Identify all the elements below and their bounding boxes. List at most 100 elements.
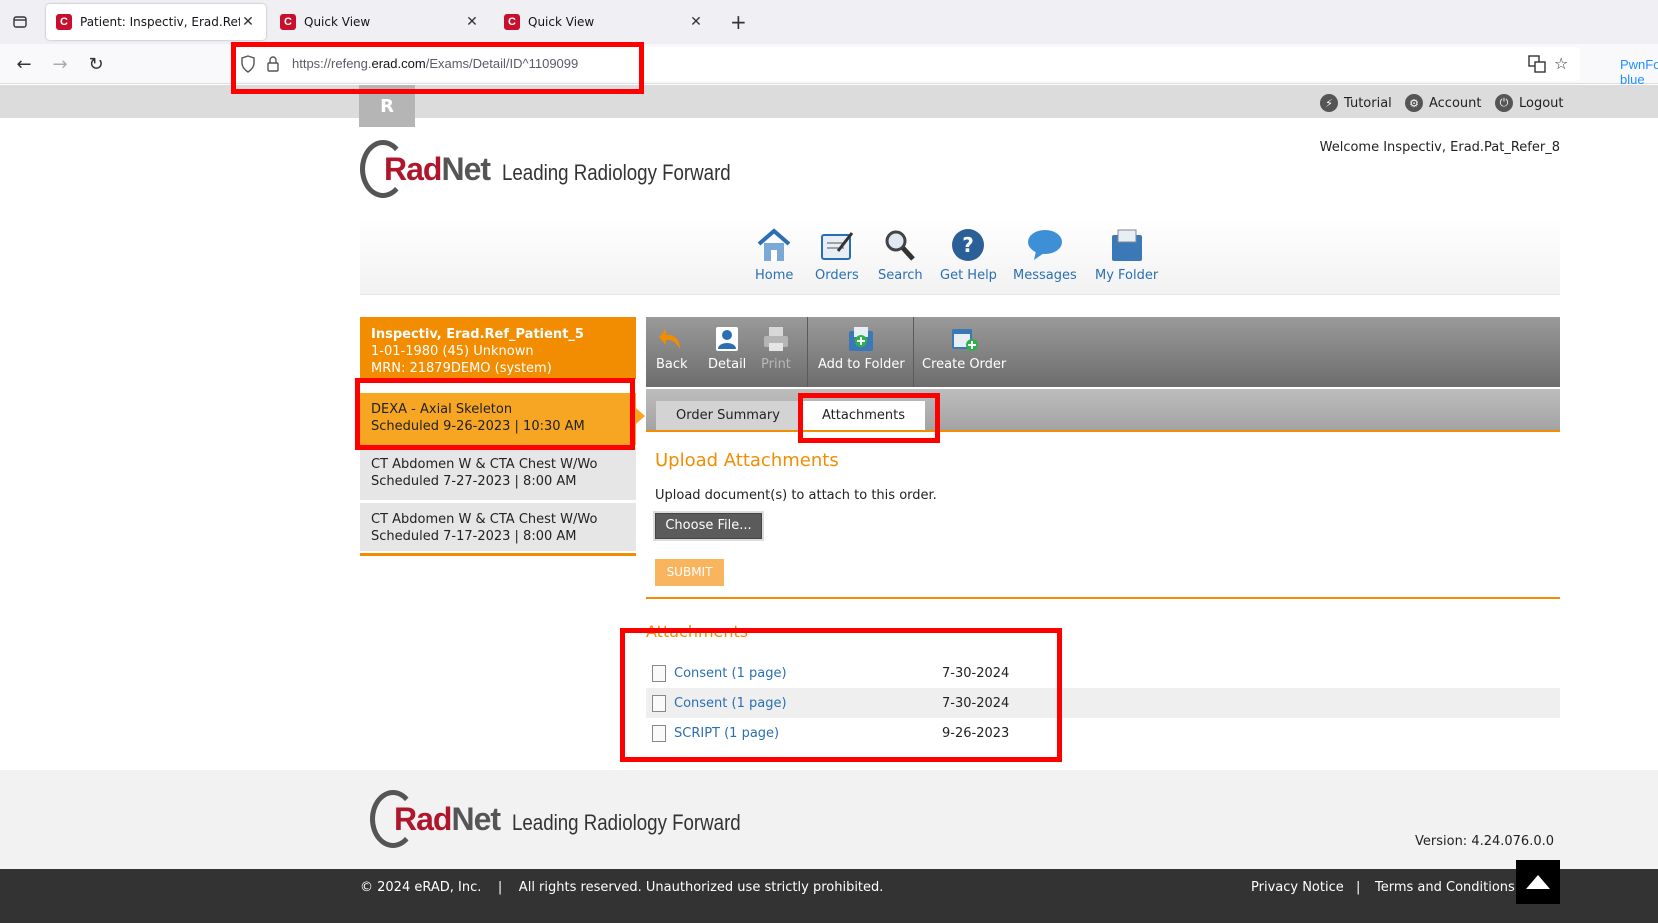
logout-link[interactable]: ⏻ Logout [1495, 94, 1564, 112]
url-prefix: https://refeng. [292, 56, 372, 71]
nav-search[interactable]: Search [878, 227, 923, 283]
close-tab-icon[interactable]: ✕ [464, 14, 480, 30]
patient-mrn: MRN: 21879DEMO (system) [371, 361, 552, 376]
url-bar[interactable]: https://refeng.erad.com/Exams/Detail/ID^… [230, 47, 1658, 87]
document-icon [652, 694, 666, 712]
add-to-folder-label: Add to Folder [818, 357, 905, 372]
radnet-logo: RadNet Leading Radiology Forward [360, 140, 771, 198]
tab-attachments[interactable]: Attachments [802, 401, 925, 430]
attachment-row: Consent (1 page) 7-30-2024 [646, 658, 1560, 688]
favicon-icon: C [56, 14, 72, 30]
up-arrow-icon [1526, 875, 1550, 889]
footer [0, 770, 1658, 870]
footer-separator: | [1356, 880, 1361, 895]
back-button[interactable]: Back [656, 325, 688, 372]
tab-order-summary[interactable]: Order Summary [656, 401, 800, 430]
tab-list-icon[interactable] [8, 10, 32, 34]
upload-description: Upload document(s) to attach to this ord… [655, 488, 937, 503]
section-divider [646, 597, 1560, 599]
exam-name: CT Abdomen W & CTA Chest W/Wo [371, 457, 598, 472]
orders-icon [818, 227, 856, 263]
create-order-button[interactable]: Create Order [922, 325, 1006, 372]
exam-toolbar: Back Detail Print Add to Folder Create O… [646, 317, 1560, 387]
attachment-link[interactable]: SCRIPT (1 page) [674, 726, 954, 741]
exam-item-selected[interactable]: DEXA - Axial Skeleton Scheduled 9-26-202… [360, 393, 636, 447]
add-to-folder-button[interactable]: Add to Folder [818, 325, 905, 372]
toolbar-separator [807, 317, 808, 387]
lightning-icon: ⚡ [1320, 94, 1338, 112]
welcome-text: Welcome Inspectiv, Erad.Pat_Refer_8 [1319, 140, 1560, 155]
detail-button[interactable]: Detail [708, 325, 746, 372]
logout-label: Logout [1519, 95, 1564, 111]
nav-get-help[interactable]: ? Get Help [940, 227, 997, 283]
version-text: Version: 4.24.076.0.0 [1415, 834, 1555, 849]
attachment-row: Consent (1 page) 7-30-2024 [646, 688, 1560, 718]
tab-title: Patient: Inspectiv, Erad.Ref_Pati [80, 15, 240, 29]
container-label[interactable]: PwnFox-blue [1620, 57, 1658, 87]
url-text[interactable]: https://refeng.erad.com/Exams/Detail/ID^… [292, 56, 578, 71]
brand-tagline: Leading Radiology Forward [502, 160, 731, 185]
submit-button[interactable]: SUBMIT [655, 559, 724, 586]
copyright-text: © 2024 eRAD, Inc. | All rights reserved.… [360, 880, 884, 895]
upload-title: Upload Attachments [655, 450, 839, 471]
close-tab-icon[interactable]: ✕ [688, 14, 704, 30]
footer-radnet-logo: RadNet Leading Radiology Forward [370, 790, 781, 848]
shield-icon[interactable] [240, 55, 256, 77]
gear-icon: ⚙ [1405, 94, 1423, 112]
nav-messages[interactable]: Messages [1013, 227, 1077, 283]
lock-icon[interactable] [266, 55, 280, 77]
bookmark-star-icon[interactable]: ☆ [1554, 54, 1568, 73]
terms-link[interactable]: Terms and Conditions [1375, 880, 1515, 895]
exam-item[interactable]: CT Abdomen W & CTA Chest W/Wo Scheduled … [360, 448, 636, 502]
exam-scheduled: Scheduled 7-27-2023 | 8:00 AM [371, 474, 577, 489]
nav-home[interactable]: Home [755, 227, 793, 283]
logout-icon: ⏻ [1495, 94, 1513, 112]
attachment-link[interactable]: Consent (1 page) [674, 696, 954, 711]
choose-file-button[interactable]: Choose File... [655, 513, 762, 539]
nav-orders[interactable]: Orders [815, 227, 859, 283]
nav-my-folder[interactable]: My Folder [1095, 227, 1158, 283]
patient-dob: 1-01-1980 (45) Unknown [371, 344, 534, 359]
close-tab-icon[interactable]: ✕ [240, 14, 256, 30]
browser-tab-quick-view-1[interactable]: C Quick View ✕ [270, 4, 490, 40]
scroll-to-top-button[interactable] [1516, 860, 1560, 904]
reload-icon[interactable]: ↻ [84, 52, 108, 76]
exam-name: CT Abdomen W & CTA Chest W/Wo [371, 512, 598, 527]
translate-icon[interactable] [1528, 55, 1546, 77]
forward-arrow-icon[interactable]: → [48, 52, 72, 76]
exam-scheduled: Scheduled 7-17-2023 | 8:00 AM [371, 529, 577, 544]
print-icon [762, 325, 790, 353]
nav-messages-label: Messages [1013, 268, 1077, 283]
browser-tab-bar: C Patient: Inspectiv, Erad.Ref_Pati ✕ C … [0, 0, 1658, 44]
detail-tab-strip: Order Summary Attachments [646, 389, 1560, 432]
home-icon [755, 227, 793, 263]
document-icon [652, 664, 666, 682]
browser-nav-bar: ← → ↻ https://refeng.erad.com/Exams/Deta… [0, 44, 1658, 87]
tab-title: Quick View [304, 15, 371, 29]
print-button[interactable]: Print [761, 325, 791, 372]
help-icon: ? [949, 227, 987, 263]
search-icon [881, 227, 919, 263]
back-arrow-icon[interactable]: ← [12, 52, 36, 76]
browser-tab-quick-view-2[interactable]: C Quick View ✕ [494, 4, 714, 40]
url-domain: erad.com [371, 56, 426, 71]
messages-icon [1026, 227, 1064, 263]
tutorial-link[interactable]: ⚡ Tutorial [1320, 94, 1392, 112]
privacy-notice-link[interactable]: Privacy Notice [1251, 880, 1344, 895]
browser-tab-patient[interactable]: C Patient: Inspectiv, Erad.Ref_Pati ✕ [46, 4, 266, 40]
exam-item[interactable]: CT Abdomen W & CTA Chest W/Wo Scheduled … [360, 503, 636, 553]
selected-arrow-icon [636, 408, 645, 424]
add-folder-icon [847, 325, 875, 353]
new-tab-button[interactable]: + [730, 12, 747, 32]
exam-scheduled: Scheduled 9-26-2023 | 10:30 AM [371, 419, 585, 434]
print-label: Print [761, 357, 791, 372]
account-link[interactable]: ⚙ Account [1405, 94, 1482, 112]
r-logo-icon[interactable]: R [359, 85, 415, 127]
toolbar-separator [913, 317, 914, 387]
patient-card: Inspectiv, Erad.Ref_Patient_5 1-01-1980 … [360, 317, 636, 379]
nav-get-help-label: Get Help [940, 268, 997, 283]
back-icon [658, 325, 686, 353]
exam-name: DEXA - Axial Skeleton [371, 402, 513, 417]
account-label: Account [1429, 95, 1482, 111]
attachment-link[interactable]: Consent (1 page) [674, 666, 954, 681]
